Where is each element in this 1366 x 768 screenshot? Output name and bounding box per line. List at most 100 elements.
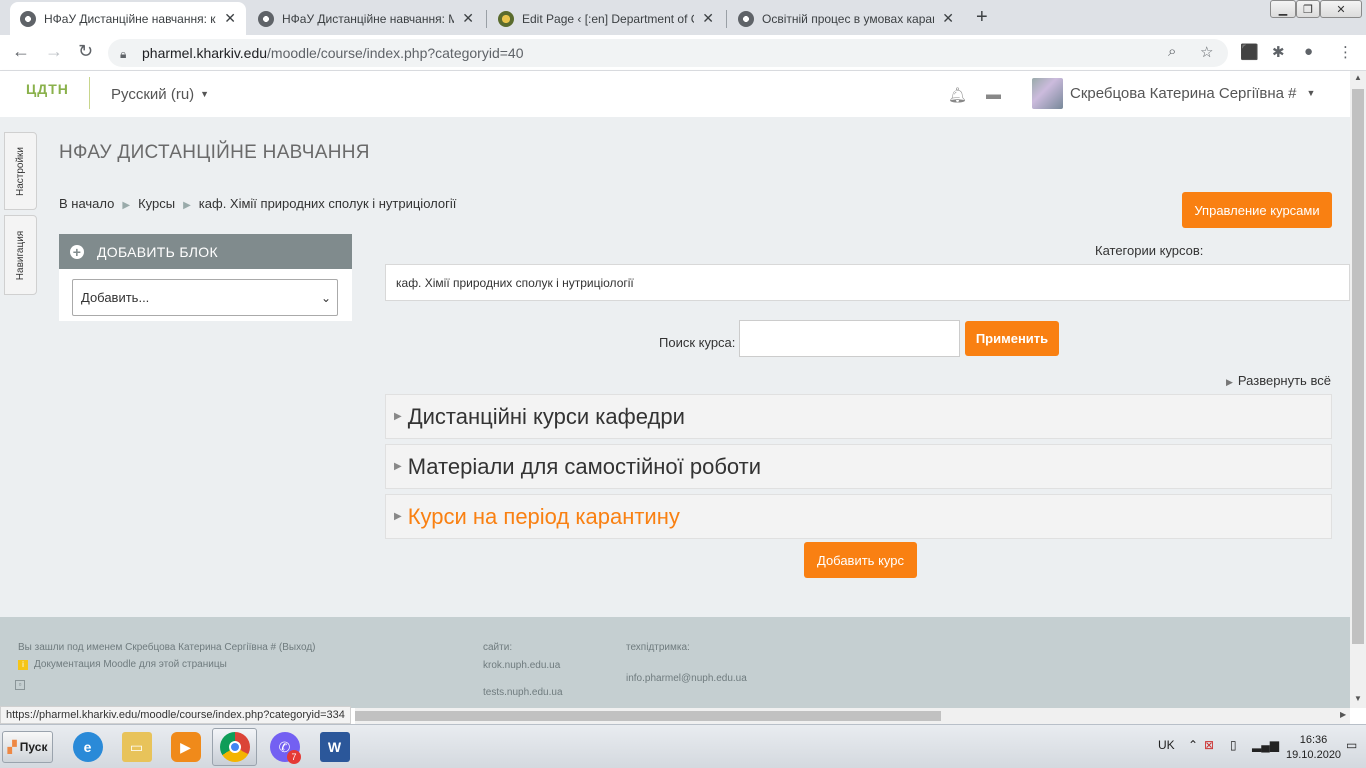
page-body: Настройки Навигация НФАУ ДИСТАНЦІЙНЕ НАВ… bbox=[0, 117, 1350, 617]
browser-tab-2[interactable]: НФаУ Дистанційне навчання: Мат ✕ bbox=[248, 2, 484, 35]
add-block-select[interactable]: Добавить... ⌄ bbox=[72, 279, 338, 316]
settings-tab-label: Настройки bbox=[15, 146, 27, 196]
avatar[interactable] bbox=[1032, 78, 1063, 109]
profile-icon[interactable]: ● bbox=[1304, 43, 1313, 60]
search-apply-button[interactable]: Применить bbox=[965, 321, 1059, 356]
browser-tab-1[interactable]: НФаУ Дистанційне навчання: каф ✕ bbox=[10, 2, 246, 35]
folder-icon: ▭ bbox=[121, 732, 152, 762]
search-label: Поиск курса: bbox=[659, 335, 736, 350]
system-clock[interactable]: 16:36 19.10.2020 bbox=[1286, 733, 1341, 763]
logged-in-info[interactable]: Вы зашли под именем Скребцова Катерина С… bbox=[18, 642, 315, 653]
lock-icon: 🔒︎ bbox=[120, 47, 127, 61]
site-logo[interactable]: ЦДТН bbox=[26, 81, 69, 97]
search-input[interactable] bbox=[739, 320, 960, 357]
close-tab-icon[interactable]: ✕ bbox=[942, 10, 954, 27]
horizontal-scrollbar[interactable]: ▶ bbox=[355, 708, 1350, 724]
toggle-icon[interactable]: ▫ bbox=[15, 680, 25, 690]
start-label: Пуск bbox=[19, 740, 48, 754]
info-icon: i bbox=[18, 660, 28, 670]
add-course-button[interactable]: Добавить курс bbox=[804, 542, 917, 578]
address-bar[interactable]: 🔒︎ pharmel.kharkiv.edu/moodle/course/ind… bbox=[108, 39, 1228, 67]
word-icon: W bbox=[319, 732, 350, 762]
manage-courses-button[interactable]: Управление курсами bbox=[1182, 192, 1332, 228]
language-menu[interactable]: Русский (ru) ▼ bbox=[111, 86, 209, 103]
browser-tab-3[interactable]: Edit Page ‹ [:en] Department of Che ✕ bbox=[488, 2, 724, 35]
add-block-title: ДОБАВИТЬ БЛОК bbox=[97, 243, 218, 260]
network-error-icon[interactable]: ⊠ bbox=[1204, 738, 1214, 752]
site-link-krok[interactable]: krok.nuph.edu.ua bbox=[483, 660, 560, 671]
add-block-select-value: Добавить... bbox=[81, 290, 150, 305]
taskbar-explorer[interactable]: ▭ bbox=[114, 728, 159, 766]
category-row[interactable]: ▶ Дистанційні курси кафедри bbox=[385, 394, 1332, 439]
zoom-icon[interactable]: ⌕ bbox=[1168, 43, 1176, 60]
expand-all-link[interactable]: ▶ Развернуть всё bbox=[1226, 373, 1331, 388]
support-email[interactable]: info.pharmel@nuph.edu.ua bbox=[626, 673, 747, 684]
minimize-icon[interactable]: ▁ bbox=[1270, 0, 1296, 18]
url-path: /moodle/course/index.php?categoryid=40 bbox=[267, 45, 524, 61]
breadcrumb-home[interactable]: В начало bbox=[59, 196, 114, 211]
taskbar-word[interactable]: W bbox=[312, 728, 357, 766]
collapsed-triangle-icon: ▶ bbox=[394, 411, 402, 422]
docs-link[interactable]: i Документация Moodle для этой страницы bbox=[18, 659, 227, 670]
reload-icon[interactable]: ↻ bbox=[78, 41, 93, 62]
category-name[interactable]: Дистанційні курси кафедри bbox=[408, 404, 685, 430]
bell-icon[interactable]: 🔔︎ bbox=[948, 86, 967, 104]
site-link-tests[interactable]: tests.nuph.edu.ua bbox=[483, 687, 563, 698]
keyboard-language[interactable]: UK bbox=[1158, 738, 1175, 752]
navigation-tab-label: Навигация bbox=[15, 230, 26, 280]
pdf-extension-icon[interactable]: ⬛ bbox=[1240, 43, 1259, 61]
category-name[interactable]: Курси на період карантину bbox=[408, 504, 680, 530]
extensions-icon[interactable]: ✱ bbox=[1272, 43, 1285, 61]
category-select[interactable]: каф. Хімії природних сполук і нутриціоло… bbox=[385, 264, 1350, 301]
new-tab-icon[interactable]: + bbox=[976, 6, 988, 29]
taskbar-viber[interactable]: ✆ 7 bbox=[262, 728, 307, 766]
back-icon[interactable]: ← bbox=[12, 41, 30, 62]
user-menu[interactable]: Скребцова Катерина Сергіївна # ▼ bbox=[1070, 85, 1315, 102]
add-block-header: + ДОБАВИТЬ БЛОК bbox=[59, 234, 352, 269]
windows-logo-icon: ▞ bbox=[7, 740, 17, 754]
vertical-scrollbar[interactable]: ▲ ▼ bbox=[1350, 71, 1366, 708]
bookmark-star-icon[interactable]: ☆ bbox=[1200, 43, 1213, 61]
restore-icon[interactable]: ❐ bbox=[1296, 0, 1320, 18]
category-row[interactable]: ▶ Матеріали для самостійної роботи bbox=[385, 444, 1332, 489]
site-header: ЦДТН Русский (ru) ▼ 🔔︎ ▬ Скребцова Катери… bbox=[0, 71, 1350, 117]
internet-explorer-icon: e bbox=[72, 732, 103, 762]
browser-tabstrip: НФаУ Дистанційне навчання: каф ✕ НФаУ Ди… bbox=[0, 0, 1366, 35]
signal-icon[interactable]: ▂▄▆ bbox=[1252, 738, 1279, 752]
category-name[interactable]: Матеріали для самостійної роботи bbox=[408, 454, 761, 480]
tray-expand-icon[interactable]: ⌃ bbox=[1188, 738, 1198, 752]
start-button[interactable]: ▞ Пуск bbox=[2, 731, 53, 763]
messages-icon[interactable]: ▬ bbox=[986, 86, 1001, 103]
breadcrumb-category[interactable]: каф. Хімії природних сполук і нутриціоло… bbox=[199, 196, 457, 211]
scroll-right-icon[interactable]: ▶ bbox=[1340, 710, 1346, 719]
viber-badge: 7 bbox=[287, 750, 301, 764]
support-label: техпідтримка: bbox=[626, 642, 690, 653]
navigation-drawer-tab[interactable]: Навигация bbox=[4, 215, 37, 295]
taskbar-media-player[interactable]: ▶ bbox=[163, 728, 208, 766]
category-select-value: каф. Хімії природних сполук і нутриціоло… bbox=[396, 275, 634, 290]
os-taskbar: ▞ Пуск e ▭ ▶ ✆ 7 W UK ⌃ ⊠ ▯ ▂▄▆ 16:36 19.1… bbox=[0, 724, 1366, 768]
browser-tab-4[interactable]: Освітній процес в умовах карантин ✕ bbox=[728, 2, 964, 35]
close-tab-icon[interactable]: ✕ bbox=[462, 10, 474, 27]
show-desktop-icon[interactable]: ▭ bbox=[1346, 738, 1357, 752]
breadcrumb-courses[interactable]: Курсы bbox=[138, 196, 175, 211]
breadcrumb: В начало ▶ Курсы ▶ каф. Хімії природних спол… bbox=[59, 196, 456, 211]
forward-icon[interactable]: → bbox=[45, 41, 63, 62]
settings-drawer-tab[interactable]: Настройки bbox=[4, 132, 37, 210]
close-tab-icon[interactable]: ✕ bbox=[702, 10, 714, 27]
logo-divider bbox=[89, 77, 90, 109]
taskbar-ie[interactable]: e bbox=[65, 728, 110, 766]
vertical-scroll-thumb[interactable] bbox=[1352, 89, 1364, 644]
battery-icon[interactable]: ▯ bbox=[1230, 738, 1237, 752]
scroll-down-icon[interactable]: ▼ bbox=[1354, 694, 1362, 703]
close-tab-icon[interactable]: ✕ bbox=[224, 10, 236, 27]
taskbar-chrome[interactable] bbox=[212, 728, 257, 766]
caret-down-icon: ▼ bbox=[1306, 88, 1316, 98]
chrome-icon bbox=[219, 732, 250, 762]
close-window-icon[interactable]: ✕ bbox=[1320, 0, 1362, 18]
menu-icon[interactable]: ⋮ bbox=[1338, 43, 1353, 61]
page-title: НФАУ ДИСТАНЦІЙНЕ НАВЧАННЯ bbox=[59, 142, 370, 163]
category-row[interactable]: ▶ Курси на період карантину bbox=[385, 494, 1332, 539]
scroll-up-icon[interactable]: ▲ bbox=[1354, 73, 1362, 82]
horizontal-scroll-thumb[interactable] bbox=[355, 711, 941, 721]
